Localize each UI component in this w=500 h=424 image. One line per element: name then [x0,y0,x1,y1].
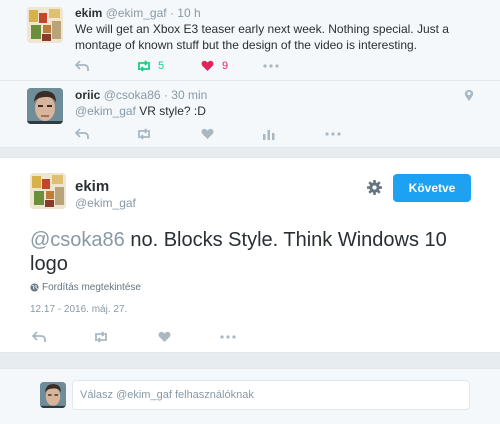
tweet-ekim[interactable]: ekim @ekim_gaf · 10 h We will get an Xbo… [0,0,500,81]
more-button[interactable] [220,329,236,345]
retweet-button[interactable]: 5 [136,58,164,74]
tweet-oriic[interactable]: oriic @csoka86 · 30 min @ekim_gaf VR sty… [0,81,500,148]
like-button[interactable] [158,329,171,345]
main-tweet-text: @csoka86 no. Blocks Style. Think Windows… [30,228,490,276]
heart-icon [158,331,171,342]
retweet-button[interactable] [93,329,109,345]
heart-icon [201,128,214,139]
tweet-header: ekim @ekim_gaf · 10 h [75,6,201,20]
like-count: 9 [222,60,229,72]
gear-icon[interactable] [367,180,382,195]
tweet-text: @ekim_gaf VR style? :D [75,103,475,119]
tweet-time[interactable]: 30 min [171,88,207,102]
reply-prefix: Válasz [80,389,117,401]
tweet-header: oriic @csoka86 · 30 min [75,88,207,102]
main-avatar[interactable] [30,173,66,209]
more-button[interactable] [263,58,279,74]
separator: · [169,6,174,20]
like-button[interactable] [201,126,214,142]
tweet-text: We will get an Xbox E3 teaser early next… [75,22,449,52]
author-name[interactable]: oriic [75,88,100,102]
reply-icon [75,128,89,139]
tweet-datetime[interactable]: 12.17 - 2016. máj. 27. [30,304,127,315]
retweet-icon [138,128,150,140]
retweet-button[interactable] [136,126,152,142]
analytics-button[interactable] [263,126,275,142]
translate-label: Fordítás megtekintése [42,282,141,293]
tweet-actions [75,126,375,142]
author-name[interactable]: ekim [75,6,102,20]
more-icon [220,335,236,339]
more-button[interactable] [325,126,341,142]
tweet-text-body: VR style? :D [135,104,206,118]
author-handle[interactable]: @ekim_gaf [106,6,167,20]
heart-icon [201,60,214,71]
location-pin-icon[interactable] [464,89,474,102]
tweet-actions: 5 9 [75,58,375,74]
reply-mention: @ekim_gaf [116,389,172,401]
reply-suffix: felhasználóknak [171,389,254,401]
author-handle[interactable]: @csoka86 [104,88,161,102]
retweet-icon [95,331,107,343]
analytics-icon [263,130,275,140]
like-button[interactable]: 9 [201,58,228,74]
retweet-count: 5 [158,60,165,72]
separator: · [163,88,168,102]
more-icon [325,132,341,136]
translate-link[interactable]: Fordítás megtekintése [30,282,141,293]
reply-icon [32,331,46,342]
reply-button[interactable] [75,126,89,142]
reply-button[interactable] [32,329,46,345]
more-icon [263,64,279,68]
main-author-handle[interactable]: @ekim_gaf [75,196,136,210]
globe-icon [30,283,39,292]
tweet-time[interactable]: 10 h [177,6,200,20]
avatar[interactable] [27,7,63,43]
main-tweet-actions [32,329,252,345]
avatar[interactable] [27,88,63,124]
reply-button[interactable] [75,58,89,74]
mention-link[interactable]: @csoka86 [30,229,125,251]
reply-avatar [40,382,66,408]
reply-input[interactable]: Válasz @ekim_gaf felhasználóknak [72,380,470,410]
retweet-icon [138,60,150,72]
main-author-name[interactable]: ekim [75,178,109,195]
reply-icon [75,60,89,71]
following-button[interactable]: Követve [393,174,471,202]
mention-link[interactable]: @ekim_gaf [75,104,136,118]
